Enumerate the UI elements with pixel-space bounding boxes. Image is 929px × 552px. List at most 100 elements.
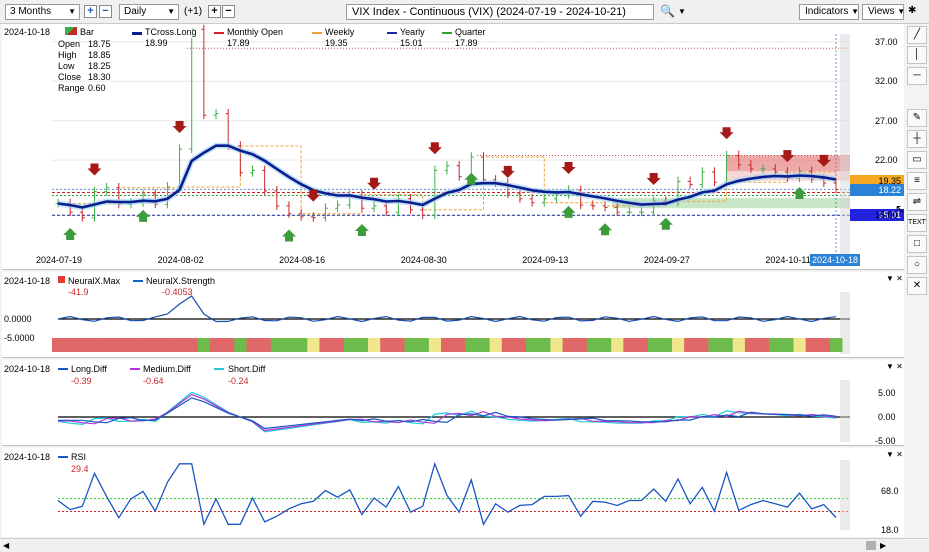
interval-offset-label: (+1) xyxy=(184,6,203,17)
range-select[interactable]: 3 Months ▼ xyxy=(5,4,80,20)
neural-panel[interactable]: 2024-10-18 NeuralX.Max -41.9 NeuralX.Str… xyxy=(2,272,904,358)
neural-tick-minus5: -5.0000 xyxy=(4,333,35,343)
neural-bar xyxy=(270,338,284,352)
long-diff-label: Long.Diff xyxy=(71,364,107,374)
horizontal-line-tool-icon[interactable]: ─ xyxy=(907,67,927,85)
indicators-button-label: Indicators xyxy=(805,6,849,17)
channel-tool-icon[interactable]: ⇌ xyxy=(907,193,927,211)
search-icon[interactable]: 🔍 xyxy=(660,5,675,17)
long-diff-value: -0.39 xyxy=(71,376,92,386)
trendline-tool-icon[interactable]: ╱ xyxy=(907,26,927,44)
neural-bar xyxy=(246,338,259,352)
neural-bar xyxy=(538,338,551,352)
sell-arrow-icon xyxy=(367,177,382,190)
legend-value-3: 15.01 xyxy=(400,38,423,48)
views-button[interactable]: Views ▼ xyxy=(862,4,905,20)
neural-bar xyxy=(671,338,685,352)
legend-swatch-3 xyxy=(387,32,397,34)
date-tick-4: 2024-09-13 xyxy=(522,255,569,265)
sell-arrow-icon xyxy=(172,120,187,133)
neural-bar xyxy=(197,338,211,352)
ohlc-value-low: 18.25 xyxy=(88,61,111,71)
date-tick-7: 2024-10-18 xyxy=(810,254,861,266)
interval-select[interactable]: Daily ▼ xyxy=(119,4,179,20)
text-tool-icon[interactable]: TEXT xyxy=(907,214,927,232)
neural-bar xyxy=(124,338,138,352)
rsi-chart-canvas[interactable] xyxy=(2,448,904,537)
callout-tool-icon[interactable]: ▭ xyxy=(907,151,927,169)
pin-icon[interactable]: ✱ xyxy=(908,5,916,17)
neural-bar xyxy=(137,338,150,352)
neural-bar xyxy=(234,338,247,352)
long-diff-swatch xyxy=(58,368,68,370)
price-chart-canvas[interactable] xyxy=(2,24,904,270)
price-tick-2: 27.00 xyxy=(875,115,898,126)
neural-bar xyxy=(100,338,114,352)
legend-value-4: 17.89 xyxy=(455,38,478,48)
chevron-down-icon: ▼ xyxy=(851,7,860,16)
diff-tick-5: 5.00 xyxy=(878,388,896,398)
neural-bar xyxy=(781,338,794,352)
panel-menu-icon[interactable]: ▼ ✕ xyxy=(886,450,903,460)
legend-swatch-4 xyxy=(442,32,452,34)
ohlc-value-high: 18.85 xyxy=(88,50,111,60)
panel-menu-icon[interactable]: ▼ ✕ xyxy=(886,362,903,372)
neural-panel-date: 2024-10-18 xyxy=(4,276,51,286)
medium-diff-swatch xyxy=(130,368,140,370)
symbol-title-field[interactable]: VIX Index - Continuous (VIX) (2024-07-19… xyxy=(346,4,654,20)
neural-bar xyxy=(574,338,588,352)
rsi-label: RSI xyxy=(71,452,87,462)
neural-bar xyxy=(404,338,418,352)
buy-arrow-icon xyxy=(561,205,576,218)
neural-bar xyxy=(428,338,442,352)
legend-name-1: Monthly Open xyxy=(227,27,284,37)
remove-bar-button[interactable]: − xyxy=(222,5,235,18)
neural-chart-canvas[interactable] xyxy=(2,272,904,358)
neural-bar xyxy=(708,338,721,352)
neural-bar xyxy=(732,338,746,352)
delete-drawings-icon[interactable]: ✕ xyxy=(907,277,927,295)
scroll-left-icon[interactable]: ◀ xyxy=(3,541,9,551)
neural-bar xyxy=(465,338,478,352)
add-bar-button[interactable]: + xyxy=(208,5,221,18)
pencil-tool-icon[interactable]: ✎ xyxy=(907,109,927,127)
chevron-down-icon[interactable]: ▼ xyxy=(678,6,686,18)
neural-bar xyxy=(611,338,624,352)
diff-panel[interactable]: 2024-10-18 Long.Diff -0.39 Medium.Diff -… xyxy=(2,360,904,446)
price-panel[interactable]: 2024-10-18 Bar Open 18.75 High 18.85 Low 18.2… xyxy=(2,24,905,270)
neural-max-swatch xyxy=(58,276,65,283)
panel-menu-icon[interactable]: ▼ ✕ xyxy=(886,274,903,284)
toolbar: 3 Months ▼ + − Daily ▼ (+1) + − VIX Index … xyxy=(0,0,929,24)
buy-arrow-icon xyxy=(658,217,673,230)
crosshair-tool-icon[interactable]: ┼ xyxy=(907,130,927,148)
date-tick-1: 2024-08-02 xyxy=(157,255,204,265)
neural-bar xyxy=(185,338,199,352)
buy-arrow-icon xyxy=(792,186,807,199)
future-area xyxy=(840,34,850,259)
fibonacci-tool-icon[interactable]: ≡ xyxy=(907,172,927,190)
app-window: 3 Months ▼ + − Daily ▼ (+1) + − VIX Index … xyxy=(0,0,929,552)
ohlc-key-low: Low xyxy=(58,61,75,71)
legend-name-2: Weekly xyxy=(325,27,355,37)
neural-bar xyxy=(319,338,332,352)
ellipse-tool-icon[interactable]: ○ xyxy=(907,256,927,274)
sell-arrow-icon xyxy=(427,142,442,155)
indicators-button[interactable]: Indicators ▼ xyxy=(799,4,859,20)
interval-select-value: Daily xyxy=(124,6,147,17)
rsi-tick-18: 18.0 xyxy=(881,525,899,535)
vertical-line-tool-icon[interactable]: │ xyxy=(907,46,927,64)
neural-bar xyxy=(149,338,162,352)
ohlc-key-high: High xyxy=(58,50,77,60)
horizontal-scrollbar[interactable]: ◀ ▶ xyxy=(0,538,929,552)
neural-bar xyxy=(380,338,393,352)
scroll-right-icon[interactable]: ▶ xyxy=(880,541,886,551)
diff-tick-0: 0.00 xyxy=(878,412,896,422)
sell-arrow-icon xyxy=(646,173,661,186)
neural-bar xyxy=(599,338,612,352)
diff-chart-canvas[interactable] xyxy=(2,360,904,446)
zoom-in-button[interactable]: + xyxy=(84,5,97,18)
scroll-thumb[interactable] xyxy=(866,541,876,550)
zoom-out-button[interactable]: − xyxy=(99,5,112,18)
rsi-panel[interactable]: 2024-10-18 RSI 29.4 68.0 18.0 ▼ ✕ xyxy=(2,448,904,537)
rectangle-tool-icon[interactable]: □ xyxy=(907,235,927,253)
